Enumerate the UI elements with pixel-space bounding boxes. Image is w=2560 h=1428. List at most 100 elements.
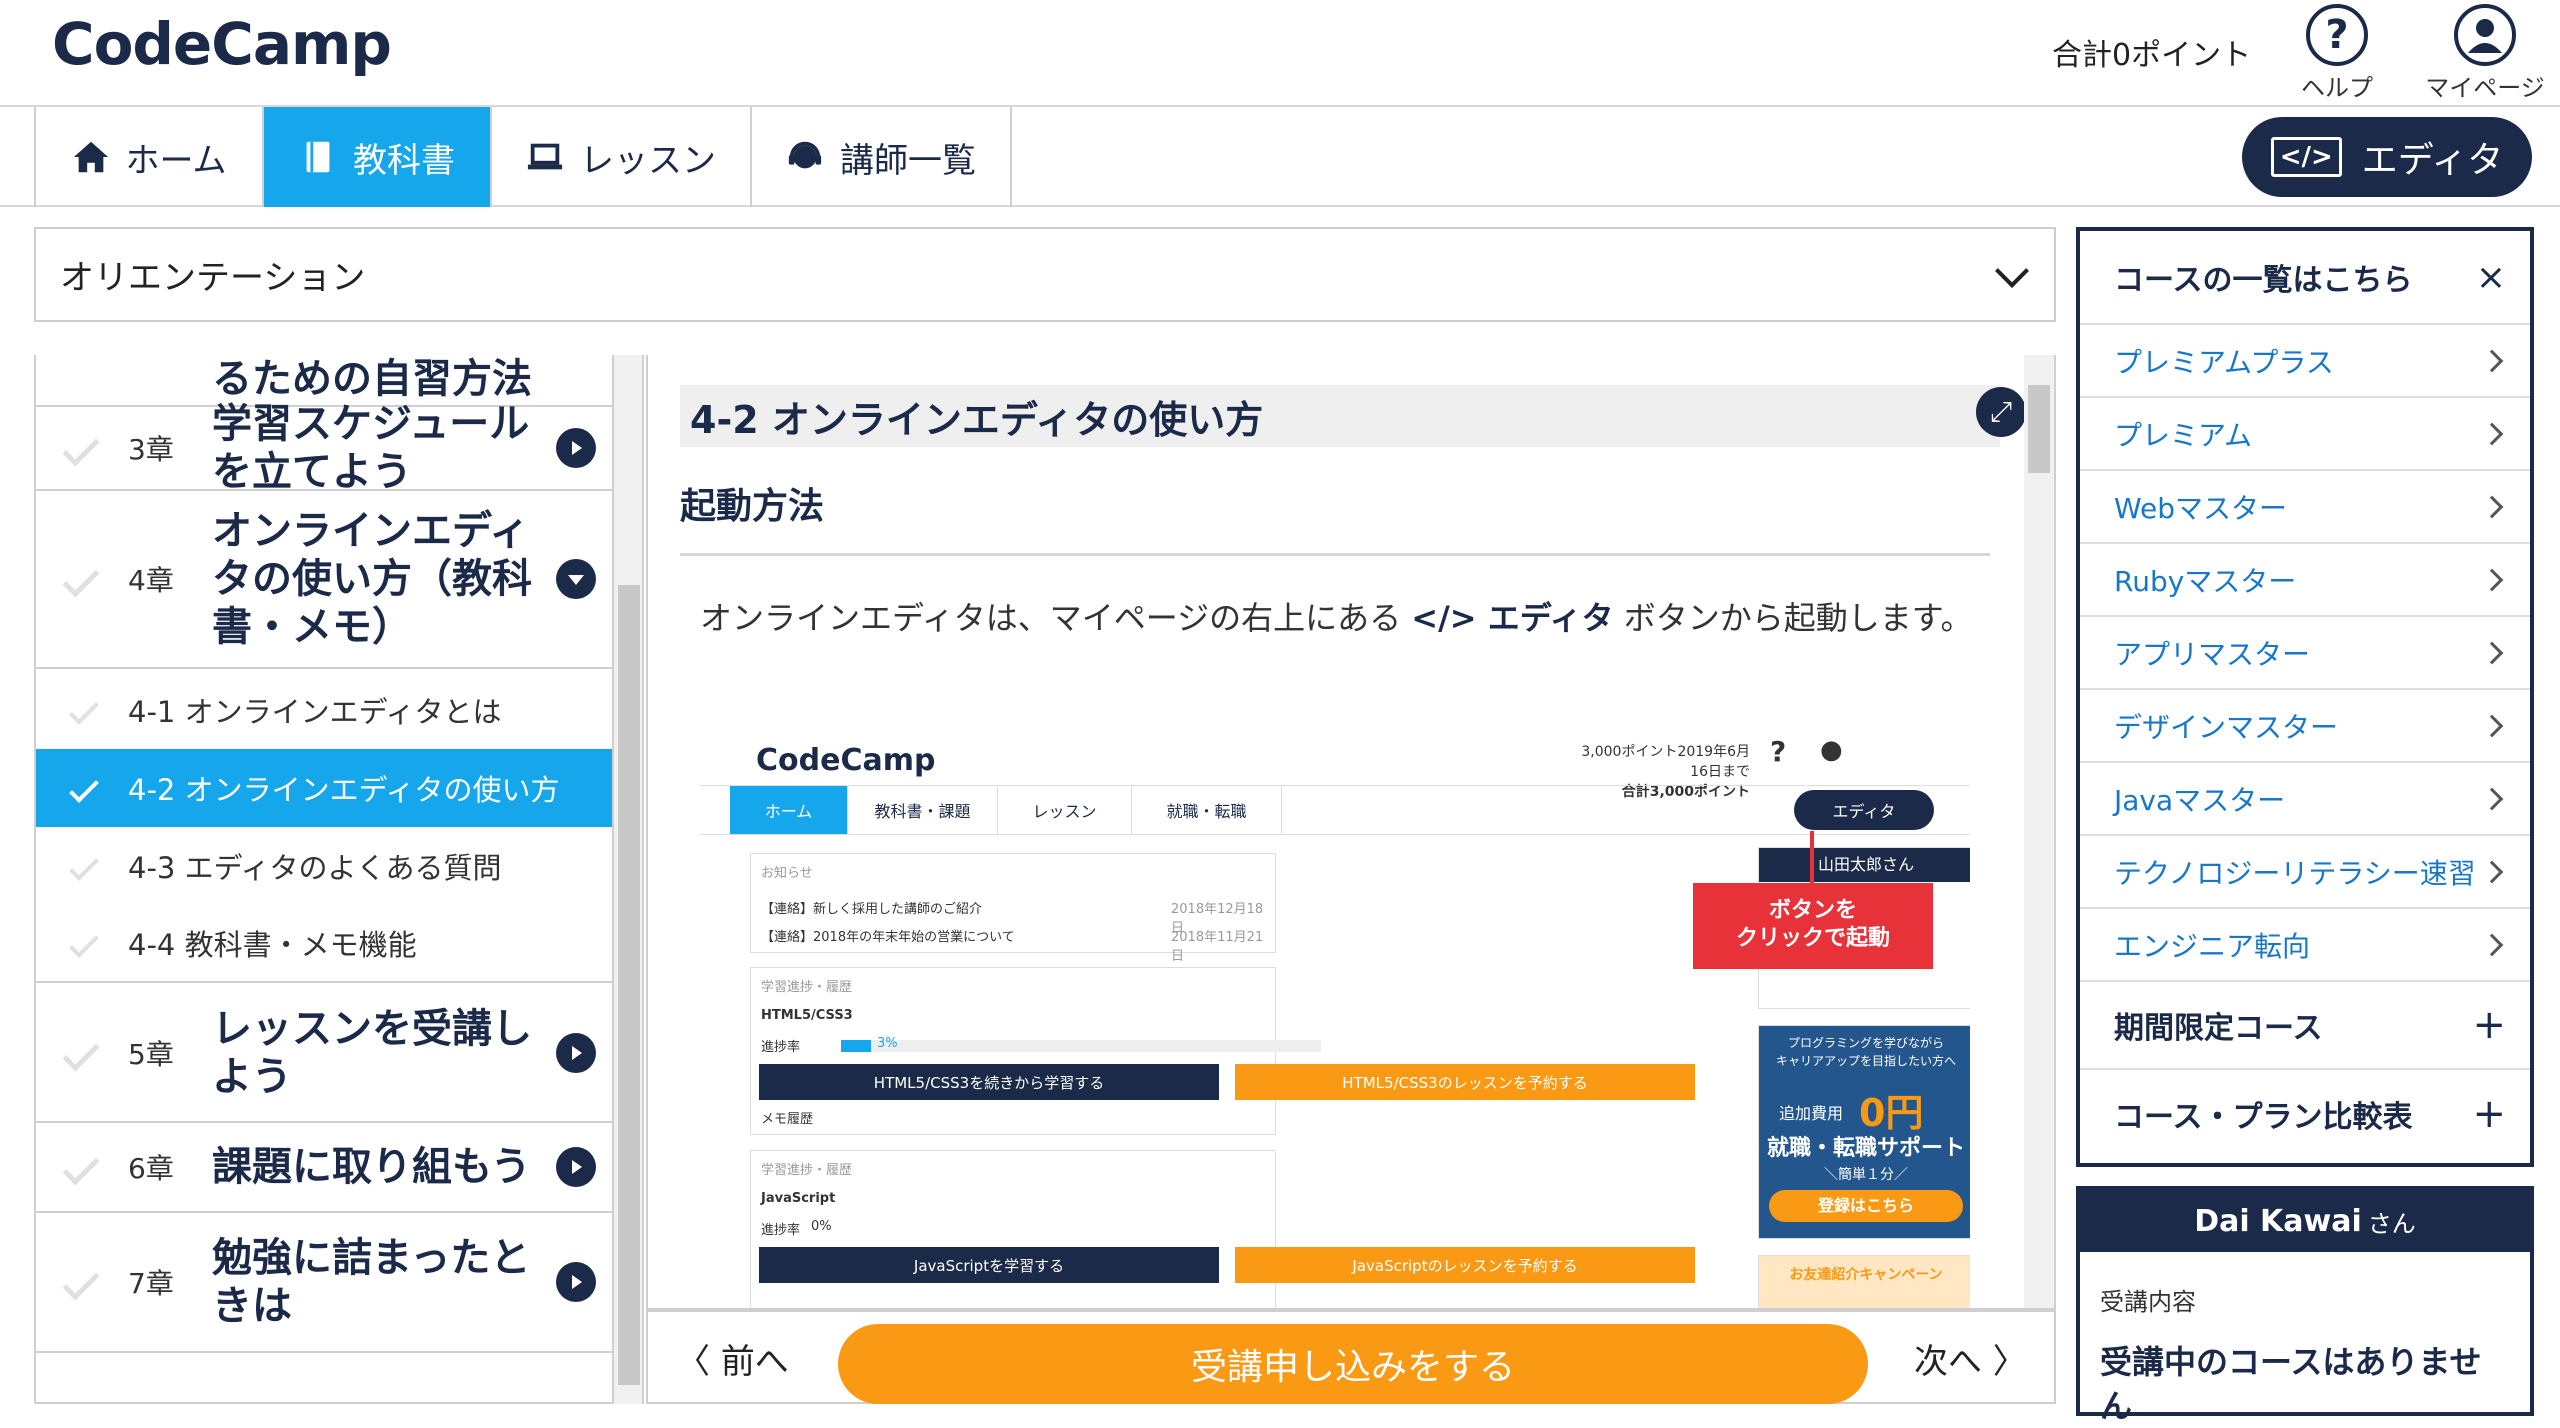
course-link[interactable]: プレミアム [2080, 398, 2530, 471]
shot-progress-head: 学習進捗・履歴 [761, 1163, 853, 1178]
course-link[interactable]: Webマスター [2080, 471, 2530, 544]
play-icon [556, 428, 596, 468]
play-icon [556, 1262, 596, 1302]
lesson-content: 4-2 オンラインエディタの使い方 ⤢ 起動方法 オンラインエディタは、マイペー… [646, 355, 2056, 1310]
toc-chapter[interactable]: 6章 課題に取り組もう [36, 1123, 612, 1213]
prev-label: 前へ [720, 1342, 789, 1382]
toc-section[interactable]: 4-3 エディタのよくある質問 [36, 827, 612, 905]
toc-chapter[interactable]: 7章 勉強に詰まったときは [36, 1213, 612, 1353]
shot-banner: プログラミングを学びながら キャリアアップを目指したい方へ 追加費用 0円 就職… [1758, 1025, 1970, 1239]
course-link-label: Rubyマスター [2114, 564, 2297, 598]
toc-section-label: 4-4 教科書・メモ機能 [128, 928, 417, 962]
points-total: 合計0ポイント [2052, 38, 2252, 73]
para-text: ボタンから起動します。 [1613, 599, 1973, 637]
app-header: CodeCamp 合計0ポイント ? ヘルプ マイページ [0, 0, 2560, 107]
play-icon [556, 1033, 596, 1073]
shot-tab-home: ホーム [730, 786, 848, 834]
toc-chapter-title: レッスンを受講しよう [212, 1006, 532, 1100]
toc-chapter-title: 課題に取り組もう [212, 1144, 531, 1190]
course-link[interactable]: テクノロジーリテラシー速習 [2080, 836, 2530, 909]
shot-rate1: 進捗率 [761, 1040, 801, 1055]
course-link[interactable]: プレミアムプラス [2080, 325, 2530, 398]
toc-chapter[interactable]: 4章 オンラインエディタの使い方（教科書・メモ） [36, 491, 612, 669]
toc-section-active[interactable]: 4-2 オンラインエディタの使い方 [36, 749, 612, 827]
chevron-right-icon [2480, 641, 2504, 665]
chevron-right-icon: 〉 [1982, 1342, 2027, 1382]
next-label: 次へ [1914, 1342, 1982, 1382]
shot-rate2: 進捗率 [761, 1223, 801, 1238]
shot-tab-job: 就職・転職 [1132, 786, 1282, 834]
mypage-button[interactable]: マイページ [2410, 4, 2560, 103]
plan-compare-toggle[interactable]: コース・プラン比較表 + [2080, 1070, 2530, 1158]
scroll-thumb[interactable] [618, 585, 640, 1385]
shot-help-icon: ? [1770, 735, 1787, 768]
chevron-down-icon [1995, 254, 2029, 288]
toc-chapter[interactable]: 5章 レッスンを受講しよう [36, 985, 612, 1123]
toc-chapter-number: 4章 [128, 564, 174, 597]
tab-instructors[interactable]: 講師一覧 [752, 107, 1012, 207]
shot-rate1-val: 3% [877, 1036, 898, 1051]
editor-button[interactable]: </> エディタ [2242, 117, 2532, 197]
close-icon[interactable]: × [2476, 257, 2506, 298]
lesson-paragraph: オンラインエディタは、マイページの右上にある </> エディタ ボタンから起動し… [700, 593, 1990, 643]
toc-section-label: 4-3 エディタのよくある質問 [128, 851, 502, 885]
chapter-select[interactable]: オリエンテーション [34, 227, 2056, 322]
shot-news2: 【連絡】2018年の年末年始の営業について [761, 930, 1015, 945]
tab-lesson[interactable]: レッスン [492, 107, 752, 207]
shot-callout-l2: クリックで起動 [1735, 926, 1890, 951]
tab-textbook[interactable]: 教科書 [264, 107, 492, 207]
chevron-right-icon [2480, 933, 2504, 957]
shot-news1: 【連絡】新しく採用した講師のご紹介 [761, 902, 983, 917]
chevron-right-icon [2480, 787, 2504, 811]
course-list-panel: コースの一覧はこちら × プレミアムプラス プレミアム Webマスター Ruby… [2076, 227, 2534, 1167]
shot-banner2-text: お友達紹介キャンペーン [1789, 1267, 1943, 1283]
codecamp-logo[interactable]: CodeCamp [52, 10, 392, 78]
check-icon [62, 560, 100, 598]
limited-courses-toggle[interactable]: 期間限定コース + [2080, 982, 2530, 1070]
toc-chapter-title: オンラインエディタの使い方（教科書・メモ） [212, 508, 532, 650]
content-scrollbar[interactable] [2024, 355, 2054, 1308]
course-list-header: コースの一覧はこちら × [2080, 231, 2530, 325]
expand-icon[interactable]: ⤢ [1976, 387, 2026, 437]
shot-progressbar-fill [841, 1040, 871, 1052]
question-icon: ? [2306, 4, 2368, 66]
toc-scrollbar[interactable] [614, 355, 644, 1404]
user-panel: Dai Kawai さん 受講内容 受講中のコースはありません [2076, 1186, 2534, 1425]
toc-chapter[interactable]: 3章 学習スケジュールを立てよう [36, 401, 612, 495]
chapter-select-value: オリエンテーション [60, 258, 366, 298]
para-text: オンラインエディタは、マイページの右上にある [700, 599, 1412, 637]
chevron-left-icon: 〈 [676, 1342, 721, 1382]
tab-home[interactable]: ホーム [36, 107, 264, 207]
check-icon [62, 429, 100, 467]
tab-instructors-label: 講師一覧 [840, 140, 976, 181]
shot-news-head: お知らせ [761, 866, 813, 881]
course-link[interactable]: Rubyマスター [2080, 544, 2530, 617]
apply-button[interactable]: 受講申し込みをする [838, 1324, 1868, 1404]
toc-section[interactable]: 4-1 オンラインエディタとは [36, 671, 612, 749]
prev-button[interactable]: 〈 前へ [676, 1334, 789, 1383]
toc-chapter-number: 6章 [128, 1152, 174, 1185]
course-link[interactable]: エンジニア転向 [2080, 909, 2530, 982]
shot-user-name: 山田太郎さん [1759, 848, 1970, 882]
course-link[interactable]: Javaマスター [2080, 763, 2530, 836]
shot-course2: JavaScript [761, 1191, 836, 1206]
course-link-label: デザインマスター [2114, 710, 2339, 744]
course-link[interactable]: アプリマスター [2080, 617, 2530, 690]
mypage-label: マイページ [2425, 74, 2545, 102]
toc-section[interactable]: 4-4 教科書・メモ機能 [36, 905, 612, 983]
course-link[interactable]: デザインマスター [2080, 690, 2530, 763]
shot-news2-date: 2018年11月21日 [1171, 930, 1264, 964]
user-name-text: Dai Kawai [2194, 1203, 2362, 1239]
lesson-footer: 〈 前へ 受講申し込みをする 次へ 〉 [646, 1310, 2056, 1404]
scroll-thumb[interactable] [2028, 385, 2050, 473]
help-button[interactable]: ? ヘルプ [2262, 4, 2412, 103]
shot-banner-easy: ＼簡単１分／ [1824, 1167, 1908, 1183]
tab-textbook-label: 教科書 [353, 140, 455, 181]
shot-progress-box: 学習進捗・履歴 HTML5/CSS3 進捗率 3% HTML5/CSS3を続きか… [750, 967, 1695, 1135]
headset-icon [788, 141, 822, 169]
check-icon [62, 1263, 100, 1301]
toc-chapter-title: るための自習方法 [212, 356, 532, 402]
shot-progress-head: 学習進捗・履歴 [761, 980, 853, 995]
user-name-suffix: さん [2367, 1209, 2416, 1238]
next-button[interactable]: 次へ 〉 [1914, 1334, 2027, 1383]
